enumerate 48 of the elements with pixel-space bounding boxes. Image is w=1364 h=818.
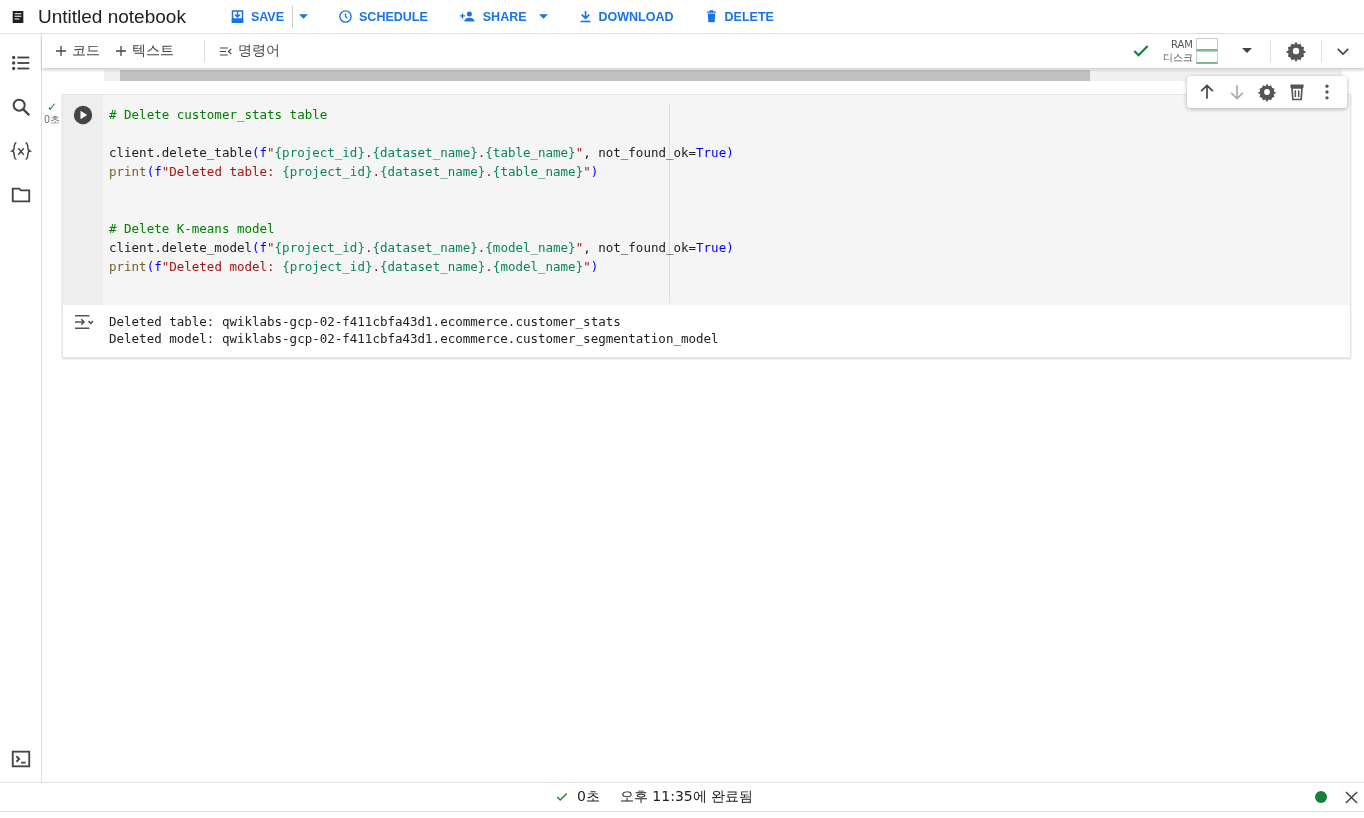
add-code-button[interactable]: 코드 — [56, 42, 108, 60]
settings-icon[interactable] — [1257, 82, 1277, 102]
disk-label: 디스크 — [1163, 50, 1193, 65]
clock-icon — [338, 9, 353, 24]
run-status-check: ✓ — [46, 102, 58, 113]
code-line: print(f"Deleted table: {project_id}.{dataset_name}.{table_name}") — [109, 163, 600, 181]
notebook-icon — [10, 8, 26, 25]
save-icon — [229, 9, 245, 24]
caret-icon[interactable] — [538, 13, 548, 20]
plus-icon — [56, 46, 66, 56]
notebook-title[interactable]: Untitled notebook — [38, 5, 186, 28]
header-action-button[interactable]: SCHEDULE — [338, 9, 428, 24]
plus-icon — [116, 46, 126, 56]
variables-icon[interactable] — [9, 140, 32, 162]
add-text-button[interactable]: 텍스트 — [116, 42, 182, 60]
settings-icon[interactable] — [1285, 40, 1307, 62]
header-action-button[interactable]: DOWNLOAD — [577, 9, 674, 24]
code-cell[interactable] — [62, 94, 1351, 358]
completion-time: 오후 11:35에 완료됨 — [619, 788, 754, 806]
code-line: # Delete customer_stats table — [109, 106, 329, 124]
code-line: print(f"Deleted model: {project_id}.{dataset_name}.{model_name}") — [109, 258, 600, 276]
horizontal-scrollbar[interactable] — [104, 70, 1342, 81]
header-action-button[interactable]: SHARE — [457, 5, 548, 28]
close-icon[interactable] — [1345, 790, 1358, 804]
run-button-icon[interactable] — [73, 105, 93, 125]
code-line: # Delete K-means model — [109, 220, 276, 238]
check-icon — [555, 790, 569, 804]
header-action-button[interactable]: SAVE — [229, 5, 308, 28]
execution-duration: 0초 — [577, 788, 600, 806]
chevron-down-icon[interactable] — [1336, 46, 1350, 56]
ram-meter — [1196, 37, 1218, 51]
command-icon[interactable] — [219, 45, 233, 57]
code-line: client.delete_table(f"{project_id}.{dataset_name}.{table_name}", not_found_ok=True) — [109, 144, 735, 162]
status-dot-icon — [1315, 791, 1327, 803]
terminal-icon[interactable] — [9, 748, 32, 770]
code-line: client.delete_model(f"{project_id}.{dataset_name}.{model_name}", not_found_ok=True) — [109, 239, 735, 257]
trash-icon[interactable] — [1287, 82, 1307, 102]
output-toggle-icon[interactable] — [73, 313, 95, 331]
output-line: Deleted model: qwiklabs-gcp-02-f411cbfa43d1.ecommerce.customer_segmentation_model — [109, 330, 719, 347]
disk-meter — [1196, 51, 1218, 64]
caret-icon[interactable] — [299, 13, 308, 20]
output-line: Deleted table: qwiklabs-gcp-02-f411cbfa43d1.ecommerce.customer_stats — [109, 313, 622, 330]
run-duration: 0초 — [44, 113, 60, 127]
dropdown-icon[interactable] — [1242, 48, 1252, 54]
commands-button[interactable]: 명령어 — [238, 42, 288, 60]
header-action-button[interactable]: DELETE — [703, 9, 774, 24]
ram-label: RAM — [1171, 38, 1193, 50]
add-person-icon — [457, 9, 477, 24]
